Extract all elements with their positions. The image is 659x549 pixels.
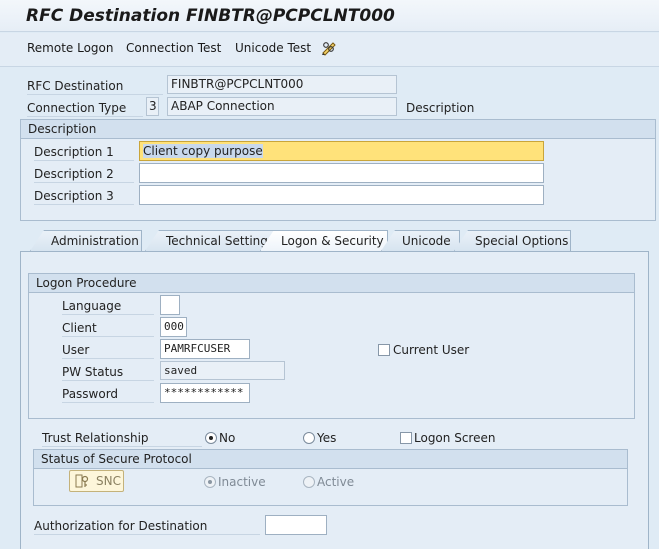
title-bar: RFC Destination FINBTR@PCPCLNT000 bbox=[0, 0, 659, 32]
language-input[interactable] bbox=[160, 295, 180, 315]
client-input[interactable]: 000 bbox=[160, 317, 187, 337]
connection-type-label: Connection Type bbox=[27, 99, 143, 117]
pencil-glasses-icon[interactable] bbox=[320, 40, 338, 56]
snc-inactive-label: Inactive bbox=[218, 475, 266, 489]
secure-protocol-title: Status of Secure Protocol bbox=[34, 450, 627, 469]
trust-relationship-label: Trust Relationship bbox=[42, 429, 202, 447]
description-group-title: Description bbox=[21, 120, 655, 139]
user-input[interactable]: PAMRFCUSER bbox=[160, 339, 250, 359]
snc-button-label: SNC bbox=[96, 474, 121, 488]
authorization-label: Authorization for Destination bbox=[34, 517, 260, 535]
trust-yes-radio[interactable] bbox=[303, 432, 315, 444]
pw-status-label: PW Status bbox=[62, 363, 154, 381]
client-label: Client bbox=[62, 319, 154, 337]
connection-type-field: ABAP Connection bbox=[167, 97, 397, 116]
description-1-value: Client copy purpose bbox=[143, 144, 263, 158]
description-1-label: Description 1 bbox=[34, 143, 134, 161]
password-label: Password bbox=[62, 385, 154, 403]
connection-type-code: 3 bbox=[146, 97, 159, 116]
description-3-input[interactable] bbox=[139, 185, 544, 205]
window-title: RFC Destination FINBTR@PCPCLNT000 bbox=[26, 6, 395, 26]
logon-procedure-title: Logon Procedure bbox=[29, 274, 634, 293]
description-header-label: Description bbox=[406, 101, 475, 115]
current-user-checkbox[interactable] bbox=[378, 344, 390, 356]
password-input[interactable]: ************ bbox=[160, 383, 250, 403]
trust-no-label: No bbox=[219, 431, 236, 445]
logon-screen-checkbox[interactable] bbox=[400, 432, 412, 444]
application-toolbar: Remote Logon Connection Test Unicode Tes… bbox=[0, 33, 659, 67]
authorization-input[interactable] bbox=[265, 515, 327, 535]
rfc-destination-field: FINBTR@PCPCLNT000 bbox=[167, 75, 397, 94]
description-2-label: Description 2 bbox=[34, 165, 134, 183]
description-2-input[interactable] bbox=[139, 163, 544, 183]
language-label: Language bbox=[62, 297, 154, 315]
snc-button[interactable]: SNC bbox=[69, 470, 124, 492]
pw-status-field: saved bbox=[160, 361, 285, 380]
trust-yes-label: Yes bbox=[317, 431, 337, 445]
description-1-input[interactable]: Client copy purpose bbox=[139, 141, 544, 161]
snc-inactive-radio bbox=[204, 476, 216, 488]
key-lock-icon bbox=[74, 473, 90, 495]
tab-logon-security[interactable]: Logon & Security bbox=[260, 230, 388, 251]
connection-test-button[interactable]: Connection Test bbox=[126, 41, 221, 55]
rfc-destination-label: RFC Destination bbox=[27, 77, 163, 95]
user-label: User bbox=[62, 341, 154, 359]
description-3-label: Description 3 bbox=[34, 187, 134, 205]
trust-no-radio[interactable] bbox=[205, 432, 217, 444]
snc-active-radio bbox=[303, 476, 315, 488]
tab-special-options[interactable]: Special Options bbox=[454, 230, 571, 251]
tab-unicode[interactable]: Unicode bbox=[381, 230, 460, 251]
remote-logon-button[interactable]: Remote Logon bbox=[27, 41, 114, 55]
unicode-test-button[interactable]: Unicode Test bbox=[235, 41, 311, 55]
snc-active-label: Active bbox=[317, 475, 355, 489]
logon-screen-label: Logon Screen bbox=[414, 431, 496, 445]
tab-administration[interactable]: Administration bbox=[30, 230, 142, 251]
current-user-label: Current User bbox=[393, 343, 470, 357]
